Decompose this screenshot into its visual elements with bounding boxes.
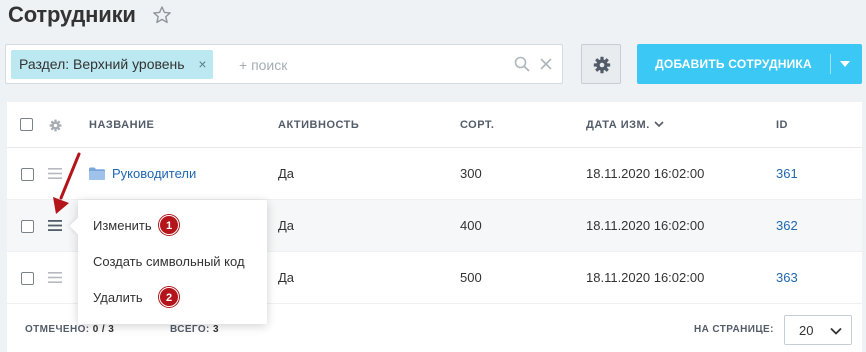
star-icon[interactable] — [152, 5, 172, 25]
row-date: 18.11.2020 16:02:00 — [586, 166, 705, 181]
column-header-active[interactable]: АКТИВНОСТЬ — [278, 119, 359, 131]
filter-chip: Раздел: Верхний уровень × — [11, 50, 213, 79]
row-name-link[interactable]: Руководители — [112, 166, 196, 181]
menu-item-edit[interactable]: Изменить — [93, 218, 152, 233]
row-sort: 400 — [460, 218, 482, 233]
row-active: Да — [278, 166, 295, 181]
menu-item-create-symbol-code[interactable]: Создать символьный код — [93, 254, 245, 269]
page-title: Сотрудники — [8, 2, 136, 27]
row-checkbox[interactable] — [21, 220, 34, 233]
table-header: НАЗВАНИЕ АКТИВНОСТЬ СОРТ. ДАТА ИЗМ. ID — [7, 102, 862, 148]
per-page-select[interactable]: 20 — [784, 315, 852, 345]
total-count: ВСЕГО: 3 — [170, 324, 219, 335]
row-id-link[interactable]: 363 — [776, 270, 798, 285]
chevron-down-icon — [830, 327, 842, 335]
row-date: 18.11.2020 16:02:00 — [586, 270, 705, 285]
table-row[interactable]: Руководители Да 300 18.11.2020 16:02:00 … — [7, 148, 862, 200]
settings-button[interactable] — [581, 44, 621, 84]
row-sort: 500 — [460, 270, 482, 285]
selected-label: ОТМЕЧЕНО: — [25, 324, 90, 335]
gear-icon — [593, 56, 611, 74]
close-icon[interactable] — [539, 57, 553, 71]
filter-chip-label: Раздел: Верхний уровень — [19, 56, 185, 72]
selected-count: ОТМЕЧЕНО: 0 / 3 — [25, 324, 114, 335]
add-employee-label: ДОБАВИТЬ СОТРУДНИКА — [655, 57, 812, 71]
search-icon[interactable] — [514, 56, 530, 72]
menu-item-delete[interactable]: Удалить — [93, 290, 143, 305]
column-header-id[interactable]: ID — [776, 119, 788, 131]
button-divider — [830, 54, 831, 74]
search-input[interactable]: + поиск — [239, 57, 287, 73]
row-checkbox[interactable] — [21, 168, 34, 181]
filter-search-box[interactable]: Раздел: Верхний уровень × + поиск — [5, 44, 563, 84]
total-value: 3 — [212, 324, 219, 335]
add-employee-button[interactable]: ДОБАВИТЬ СОТРУДНИКА — [637, 44, 862, 84]
per-page-label: НА СТРАНИЦЕ: — [694, 324, 774, 335]
menu-lines-icon[interactable] — [48, 272, 62, 283]
row-id-link[interactable]: 361 — [776, 166, 798, 181]
row-context-menu: Изменить 1 Создать символьный код Удалит… — [69, 200, 267, 324]
row-id-link[interactable]: 362 — [776, 218, 798, 233]
select-all-checkbox[interactable] — [20, 118, 33, 131]
column-header-name[interactable]: НАЗВАНИЕ — [89, 119, 154, 131]
gear-icon[interactable] — [49, 119, 62, 132]
row-active: Да — [278, 218, 295, 233]
column-header-sort[interactable]: СОРТ. — [460, 119, 494, 131]
row-checkbox[interactable] — [21, 272, 34, 285]
sort-chevron-down-icon — [654, 121, 664, 128]
step-badge: 1 — [159, 215, 179, 235]
total-label: ВСЕГО: — [170, 324, 210, 335]
folder-icon — [89, 167, 105, 180]
row-date: 18.11.2020 16:02:00 — [586, 218, 705, 233]
pointer-arrow-icon — [53, 152, 81, 214]
filter-chip-remove-icon[interactable]: × — [198, 50, 206, 79]
column-header-date[interactable]: ДАТА ИЗМ. — [586, 119, 650, 131]
selected-value: 0 / 3 — [92, 324, 115, 335]
row-active: Да — [278, 270, 295, 285]
chevron-down-icon[interactable] — [840, 61, 850, 67]
per-page-value: 20 — [799, 323, 814, 338]
menu-lines-icon[interactable] — [48, 220, 62, 231]
step-badge: 2 — [159, 287, 179, 307]
row-sort: 300 — [460, 166, 482, 181]
